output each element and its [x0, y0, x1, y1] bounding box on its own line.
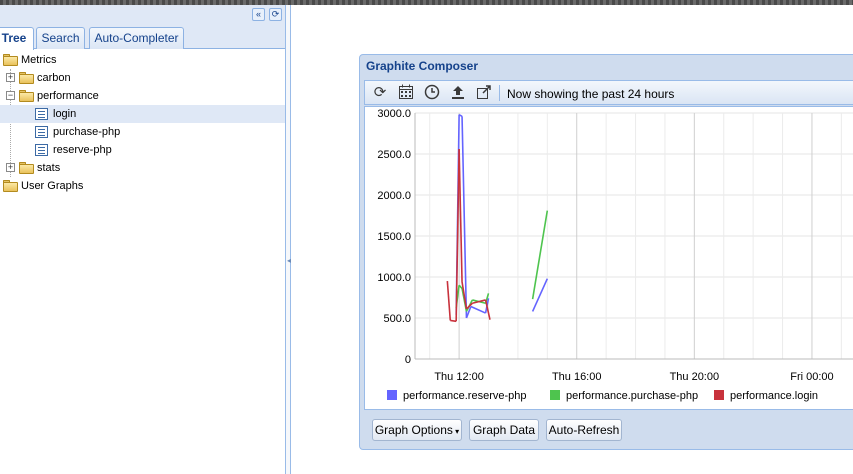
folder-icon — [3, 180, 18, 192]
folder-open-icon — [19, 90, 34, 102]
calendar-icon[interactable] — [397, 84, 415, 102]
tree-node-carbon[interactable]: + carbon — [0, 69, 285, 87]
navigation-panel: « ⟳ Tree Search Auto-Completer Metrics +… — [0, 5, 286, 474]
time-range-label: Now showing the past 24 hours — [507, 87, 675, 101]
collapse-minus-icon[interactable]: − — [6, 91, 15, 100]
series-performance-reserve-php-segment — [470, 305, 486, 314]
clock-icon[interactable] — [423, 84, 441, 102]
share-icon[interactable] — [475, 84, 493, 102]
legend-label: performance.purchase-php — [566, 390, 698, 402]
y-tick-label: 0 — [405, 354, 411, 366]
series-performance-login-segment — [450, 319, 457, 323]
metric-leaf-icon — [35, 126, 48, 138]
tree-node-label: carbon — [37, 72, 71, 84]
y-tick-label: 2000.0 — [377, 190, 411, 202]
x-tick-label: Thu 12:00 — [434, 371, 484, 383]
metric-leaf-icon — [35, 108, 48, 120]
tab-tree[interactable]: Tree — [0, 27, 34, 50]
tree-node-label: performance — [37, 90, 99, 102]
series-performance-purchase-php-segment — [531, 210, 549, 300]
y-tick-label: 3000.0 — [377, 108, 411, 120]
tab-strip: Tree Search Auto-Completer — [0, 25, 285, 50]
x-tick-label: Thu 20:00 — [670, 371, 720, 383]
tree-node-reserve-php[interactable]: reserve-php — [0, 141, 285, 159]
tree-node-label: Metrics — [21, 54, 57, 66]
upload-icon[interactable] — [449, 84, 467, 102]
composer-toolbar: ⟳ Now showing the past 24 hours — [364, 80, 853, 105]
folder-icon — [19, 162, 34, 174]
legend-label: performance.reserve-php — [403, 390, 527, 402]
folder-open-icon — [3, 54, 18, 66]
tree-node-stats[interactable]: + stats — [0, 159, 285, 177]
legend-swatch — [550, 390, 560, 400]
tree-node-user-graphs[interactable]: User Graphs — [0, 177, 285, 195]
graph-options-label: Graph Options — [374, 423, 453, 437]
y-tick-label: 2500.0 — [377, 149, 411, 161]
panel-header: « ⟳ — [0, 5, 285, 25]
graph-options-button[interactable]: Graph Options ▾ — [372, 419, 462, 441]
expand-plus-icon[interactable]: + — [6, 163, 15, 172]
graph-data-button[interactable]: Graph Data — [469, 419, 539, 441]
tab-auto-completer[interactable]: Auto-Completer — [89, 27, 184, 49]
tree-node-label: login — [53, 108, 77, 120]
refresh-tree-icon[interactable]: ⟳ — [269, 8, 282, 21]
x-tick-label: Fri 00:00 — [790, 371, 833, 383]
panel-splitter[interactable] — [286, 5, 291, 474]
composer-bottom-bar: Graph Options ▾ Graph Data Auto-Refresh — [364, 413, 853, 447]
legend-swatch — [387, 390, 397, 400]
tree-node-purchase-php[interactable]: purchase-php — [0, 123, 285, 141]
tree-node-label: purchase-php — [53, 126, 121, 138]
graph-chart: 3000.0 2500.0 2000.0 1500.0 1000.0 500.0 0 Thu … — [377, 108, 853, 402]
legend-label: performance.login — [730, 390, 818, 402]
tree-node-metrics[interactable]: Metrics — [0, 51, 285, 69]
tree-node-performance[interactable]: − performance — [0, 87, 285, 105]
collapse-panel-icon[interactable]: « — [252, 8, 265, 21]
toolbar-separator — [499, 85, 500, 101]
refresh-icon[interactable]: ⟳ — [371, 84, 389, 102]
x-tick-label: Thu 16:00 — [552, 371, 602, 383]
legend-swatch — [714, 390, 724, 400]
tree-node-label: User Graphs — [21, 180, 84, 192]
metric-leaf-icon — [35, 144, 48, 156]
folder-icon — [19, 72, 34, 84]
composer-title: Graphite Composer — [366, 59, 479, 73]
graphite-composer-window: Graphite Composer ⟳ Now showing the past… — [359, 54, 853, 450]
auto-refresh-button[interactable]: Auto-Refresh — [546, 419, 622, 441]
graph-image[interactable]: 3000.0 2500.0 2000.0 1500.0 1000.0 500.0 0 Thu … — [364, 106, 853, 410]
y-tick-label: 500.0 — [383, 313, 411, 325]
series-performance-login-segment — [446, 281, 452, 321]
tree-node-label: reserve-php — [53, 144, 112, 156]
tab-search[interactable]: Search — [36, 27, 85, 49]
y-tick-label: 1500.0 — [377, 231, 411, 243]
dropdown-arrow-icon: ▾ — [452, 427, 460, 436]
tree-node-login[interactable]: login — [0, 105, 285, 123]
tree-node-label: stats — [37, 162, 61, 174]
y-tick-label: 1000.0 — [377, 272, 411, 284]
expand-plus-icon[interactable]: + — [6, 73, 15, 82]
splitter-handle-icon[interactable]: ◂ — [287, 256, 291, 265]
